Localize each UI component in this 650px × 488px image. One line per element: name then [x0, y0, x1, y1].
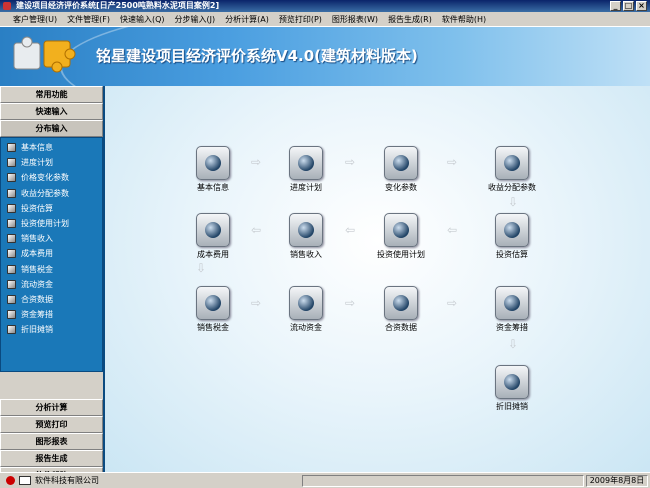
status-date: 2009年8月8日: [586, 474, 648, 487]
laptop-icon: [384, 213, 418, 247]
node-working-capital[interactable]: 流动资金: [276, 286, 336, 333]
doc-icon: [7, 325, 16, 335]
node-basic-info[interactable]: 基本信息: [183, 146, 243, 193]
window-title: 建设项目经济评价系统[日产2500吨熟料水泥项目案例2]: [16, 1, 220, 10]
node-investment-estimate[interactable]: 投资估算: [482, 213, 542, 260]
globe-icon: [384, 146, 418, 180]
node-sales-tax[interactable]: 销售税金: [183, 286, 243, 333]
doc-icon: [7, 279, 16, 289]
stop-icon: [6, 476, 15, 485]
doc-icon: [7, 143, 16, 153]
menu-bar: 客户管理(U) 文件管理(F) 快速输入(Q) 分步输入(J) 分析计算(A) …: [0, 12, 650, 27]
doc-icon: [7, 158, 16, 168]
arrow-right-icon: ⇨: [447, 296, 458, 310]
sidebar-item[interactable]: 折旧摊销: [1, 322, 102, 337]
node-investment-plan[interactable]: 投资使用计划: [371, 213, 431, 260]
node-depreciation[interactable]: 折旧摊销: [482, 365, 542, 412]
depreciation-icon: [495, 365, 529, 399]
menu-help[interactable]: 软件帮助(H): [437, 14, 491, 25]
revenue-icon: [289, 213, 323, 247]
info-icon: [196, 146, 230, 180]
menu-customer[interactable]: 客户管理(U): [8, 14, 62, 25]
node-schedule[interactable]: 进度计划: [276, 146, 336, 193]
sidebar-step-input[interactable]: 分布输入: [0, 120, 103, 137]
minimize-button[interactable]: _: [610, 1, 621, 11]
arrow-right-icon: ⇨: [345, 296, 356, 310]
sidebar-report[interactable]: 报告生成: [0, 450, 103, 467]
node-variation[interactable]: 变化参数: [371, 146, 431, 193]
node-cost[interactable]: 成本费用: [183, 213, 243, 260]
doc-icon: [7, 249, 16, 259]
sidebar: 常用功能 快速输入 分布输入 基本信息 进度计划 价格变化参数 收益分配参数 投…: [0, 86, 103, 484]
sidebar-item[interactable]: 资金筹措: [1, 307, 102, 322]
doc-icon: [7, 188, 16, 198]
chart-icon: [495, 146, 529, 180]
menu-report[interactable]: 报告生成(R): [383, 14, 437, 25]
keyboard-icon: [19, 476, 31, 485]
puzzle-logo-icon: [13, 36, 76, 73]
arrow-left-icon: ⇦: [251, 223, 262, 237]
sidebar-item[interactable]: 基本信息: [1, 140, 102, 155]
sidebar-item[interactable]: 价格变化参数: [1, 170, 102, 185]
sidebar-item[interactable]: 成本费用: [1, 246, 102, 261]
sidebar-analysis[interactable]: 分析计算: [0, 399, 103, 416]
menu-file[interactable]: 文件管理(F): [62, 14, 115, 25]
app-icon: [3, 2, 11, 10]
menu-analysis[interactable]: 分析计算(A): [220, 14, 274, 25]
arrow-down-icon: ⇩: [508, 337, 519, 351]
maximize-button[interactable]: □: [623, 1, 634, 11]
arrow-right-icon: ⇨: [447, 155, 458, 169]
coins-icon: [495, 213, 529, 247]
node-sales-revenue[interactable]: 销售收入: [276, 213, 336, 260]
sidebar-item[interactable]: 销售收入: [1, 231, 102, 246]
close-button[interactable]: ×: [636, 1, 647, 11]
node-joint-data[interactable]: 合资数据: [371, 286, 431, 333]
sidebar-item[interactable]: 进度计划: [1, 155, 102, 170]
flow-area: 基本信息 ⇨ 进度计划 ⇨ 变化参数 ⇨ 收益分配参数 ⇩ 成本费用 ⇦ 销售收…: [103, 86, 650, 472]
sidebar-item[interactable]: 合资数据: [1, 292, 102, 307]
arrow-right-icon: ⇨: [251, 296, 262, 310]
menu-quick-input[interactable]: 快速输入(Q): [115, 14, 170, 25]
sidebar-item[interactable]: 投资估算: [1, 201, 102, 216]
banner-title: 铭星建设项目经济评价系统V4.0(建筑材料版本): [96, 47, 418, 65]
arrow-right-icon: ⇨: [345, 155, 356, 169]
doc-icon: [7, 203, 16, 213]
node-fund-raising[interactable]: 资金筹措: [482, 286, 542, 333]
arrow-left-icon: ⇦: [447, 223, 458, 237]
doc-icon: [7, 173, 16, 183]
capital-icon: [289, 286, 323, 320]
menu-charts[interactable]: 图形报表(W): [327, 14, 383, 25]
sidebar-list: 基本信息 进度计划 价格变化参数 收益分配参数 投资估算 投资使用计划 销售收入…: [0, 137, 103, 372]
menu-print-preview[interactable]: 预览打印(P): [274, 14, 327, 25]
sidebar-item[interactable]: 投资使用计划: [1, 216, 102, 231]
node-profit-dist[interactable]: 收益分配参数: [482, 146, 542, 193]
sidebar-quick-input[interactable]: 快速输入: [0, 103, 103, 120]
menu-step-input[interactable]: 分步输入(J): [170, 14, 221, 25]
doc-icon: [7, 310, 16, 320]
sidebar-common[interactable]: 常用功能: [0, 86, 103, 103]
tax-icon: [196, 286, 230, 320]
sidebar-print[interactable]: 预览打印: [0, 416, 103, 433]
arrow-left-icon: ⇦: [345, 223, 356, 237]
doc-icon: [7, 264, 16, 274]
status-company: 软件科技有限公司: [35, 476, 99, 485]
status-bar: 软件科技有限公司 2009年8月8日: [0, 472, 650, 488]
monitor-icon: [384, 286, 418, 320]
doc-icon: [7, 234, 16, 244]
doc-icon: [7, 294, 16, 304]
arrow-down-icon: ⇩: [508, 195, 519, 209]
sidebar-item[interactable]: 销售税金: [1, 262, 102, 277]
sidebar-item[interactable]: 收益分配参数: [1, 186, 102, 201]
arrow-down-icon: ⇩: [196, 261, 207, 275]
cost-icon: [196, 213, 230, 247]
arrow-right-icon: ⇨: [251, 155, 262, 169]
banner: 铭星建设项目经济评价系统V4.0(建筑材料版本): [0, 27, 650, 86]
title-bar: 建设项目经济评价系统[日产2500吨熟料水泥项目案例2] _ □ ×: [0, 0, 650, 12]
sidebar-charts[interactable]: 图形报表: [0, 433, 103, 450]
doc-icon: [7, 219, 16, 229]
gear-icon: [289, 146, 323, 180]
sidebar-item[interactable]: 流动资金: [1, 277, 102, 292]
tools-icon: [495, 286, 529, 320]
